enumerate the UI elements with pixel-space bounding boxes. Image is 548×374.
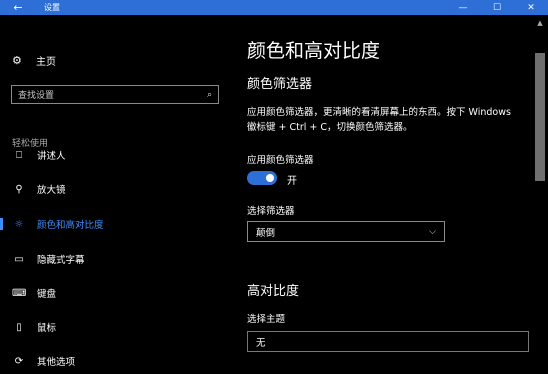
sidebar-item-keyboard[interactable]: ⌨ 键盘 — [0, 283, 230, 303]
settings-window: ← 设置 — ☐ ✕ ⚙ 主页 查找设置 ⌕ 轻松使用 ⎕ 讲述人 ⚲ 放大镜 — [0, 0, 548, 374]
minimize-icon: — — [458, 2, 468, 13]
mouse-icon: ▯ — [16, 321, 22, 333]
sidebar-item-closed-captions[interactable]: ▭ 隐藏式字幕 — [0, 249, 230, 269]
active-indicator — [0, 218, 3, 230]
maximize-icon: ☐ — [492, 2, 502, 13]
filter-select[interactable]: 颠倒 ⌵ — [247, 221, 445, 242]
close-button[interactable]: ✕ — [514, 0, 548, 15]
color-filter-description: 应用颜色筛选器，更清晰的看清屏幕上的东西。按下 Windows 徽标键 + Ct… — [247, 107, 511, 133]
high-contrast-heading: 高对比度 — [247, 284, 300, 299]
filter-select-label: 选择筛选器 — [247, 206, 295, 217]
scrollbar-thumb[interactable] — [535, 53, 545, 181]
color-filter-toggle-label: 应用颜色筛选器 — [247, 155, 314, 166]
color-filter-toggle[interactable] — [247, 171, 277, 185]
sidebar-item-magnifier[interactable]: ⚲ 放大镜 — [0, 179, 230, 199]
sidebar: ⚙ 主页 查找设置 ⌕ 轻松使用 ⎕ 讲述人 ⚲ 放大镜 ☼ 颜色和高对比度 ▭… — [0, 15, 230, 374]
sidebar-item-label: 隐藏式字幕 — [37, 255, 85, 266]
back-button[interactable]: ← — [0, 0, 36, 15]
close-icon: ✕ — [527, 2, 535, 13]
window-controls: — ☐ ✕ — [446, 0, 548, 15]
search-input[interactable]: 查找设置 ⌕ — [11, 85, 219, 104]
maximize-button[interactable]: ☐ — [480, 0, 514, 15]
magnifier-icon: ⚲ — [15, 183, 23, 195]
page-title: 颜色和高对比度 — [247, 40, 381, 62]
sidebar-item-label: 其他选项 — [37, 357, 76, 368]
title-bar: ← 设置 — ☐ ✕ — [0, 0, 548, 15]
sidebar-item-label: 键盘 — [37, 289, 57, 300]
minimize-button[interactable]: — — [446, 0, 480, 15]
other-options-icon: ⟳ — [14, 355, 24, 367]
filter-select-value: 颠倒 — [256, 227, 276, 239]
narrator-icon: ⎕ — [16, 149, 22, 161]
search-icon[interactable]: ⌕ — [207, 90, 212, 100]
home-label: 主页 — [36, 57, 56, 68]
brightness-icon: ☼ — [14, 218, 24, 230]
color-filter-toggle-state: 开 — [287, 176, 297, 187]
sidebar-item-narrator[interactable]: ⎕ 讲述人 — [0, 145, 230, 165]
scroll-up-icon[interactable]: ▲ — [535, 19, 545, 27]
window-title: 设置 — [44, 3, 60, 12]
main-content: 颜色和高对比度 颜色筛选器 应用颜色筛选器，更清晰的看清屏幕上的东西。按下 Wi… — [230, 15, 530, 374]
back-arrow-icon: ← — [13, 1, 23, 14]
sidebar-item-label: 放大镜 — [37, 185, 66, 196]
color-filter-heading: 颜色筛选器 — [247, 77, 313, 92]
sidebar-item-label: 颜色和高对比度 — [37, 220, 104, 231]
keyboard-icon: ⌨ — [12, 287, 27, 299]
gear-icon: ⚙ — [12, 54, 22, 67]
sidebar-item-other-options[interactable]: ⟳ 其他选项 — [0, 351, 230, 371]
sidebar-item-color-contrast[interactable]: ☼ 颜色和高对比度 — [0, 214, 230, 234]
sidebar-item-label: 讲述人 — [37, 151, 66, 162]
chevron-down-icon: ⌵ — [429, 226, 436, 237]
scrollbar[interactable]: ▲ — [531, 15, 548, 374]
search-placeholder: 查找设置 — [18, 91, 55, 101]
closed-captions-icon: ▭ — [14, 253, 24, 265]
theme-select-value: 无 — [256, 337, 266, 349]
theme-select[interactable]: 无 — [247, 331, 529, 352]
sidebar-item-mouse[interactable]: ▯ 鼠标 — [0, 317, 230, 337]
sidebar-item-home[interactable]: ⚙ 主页 — [12, 53, 56, 68]
sidebar-item-label: 鼠标 — [37, 323, 57, 334]
toggle-knob — [266, 174, 274, 182]
theme-select-label: 选择主题 — [247, 314, 286, 325]
